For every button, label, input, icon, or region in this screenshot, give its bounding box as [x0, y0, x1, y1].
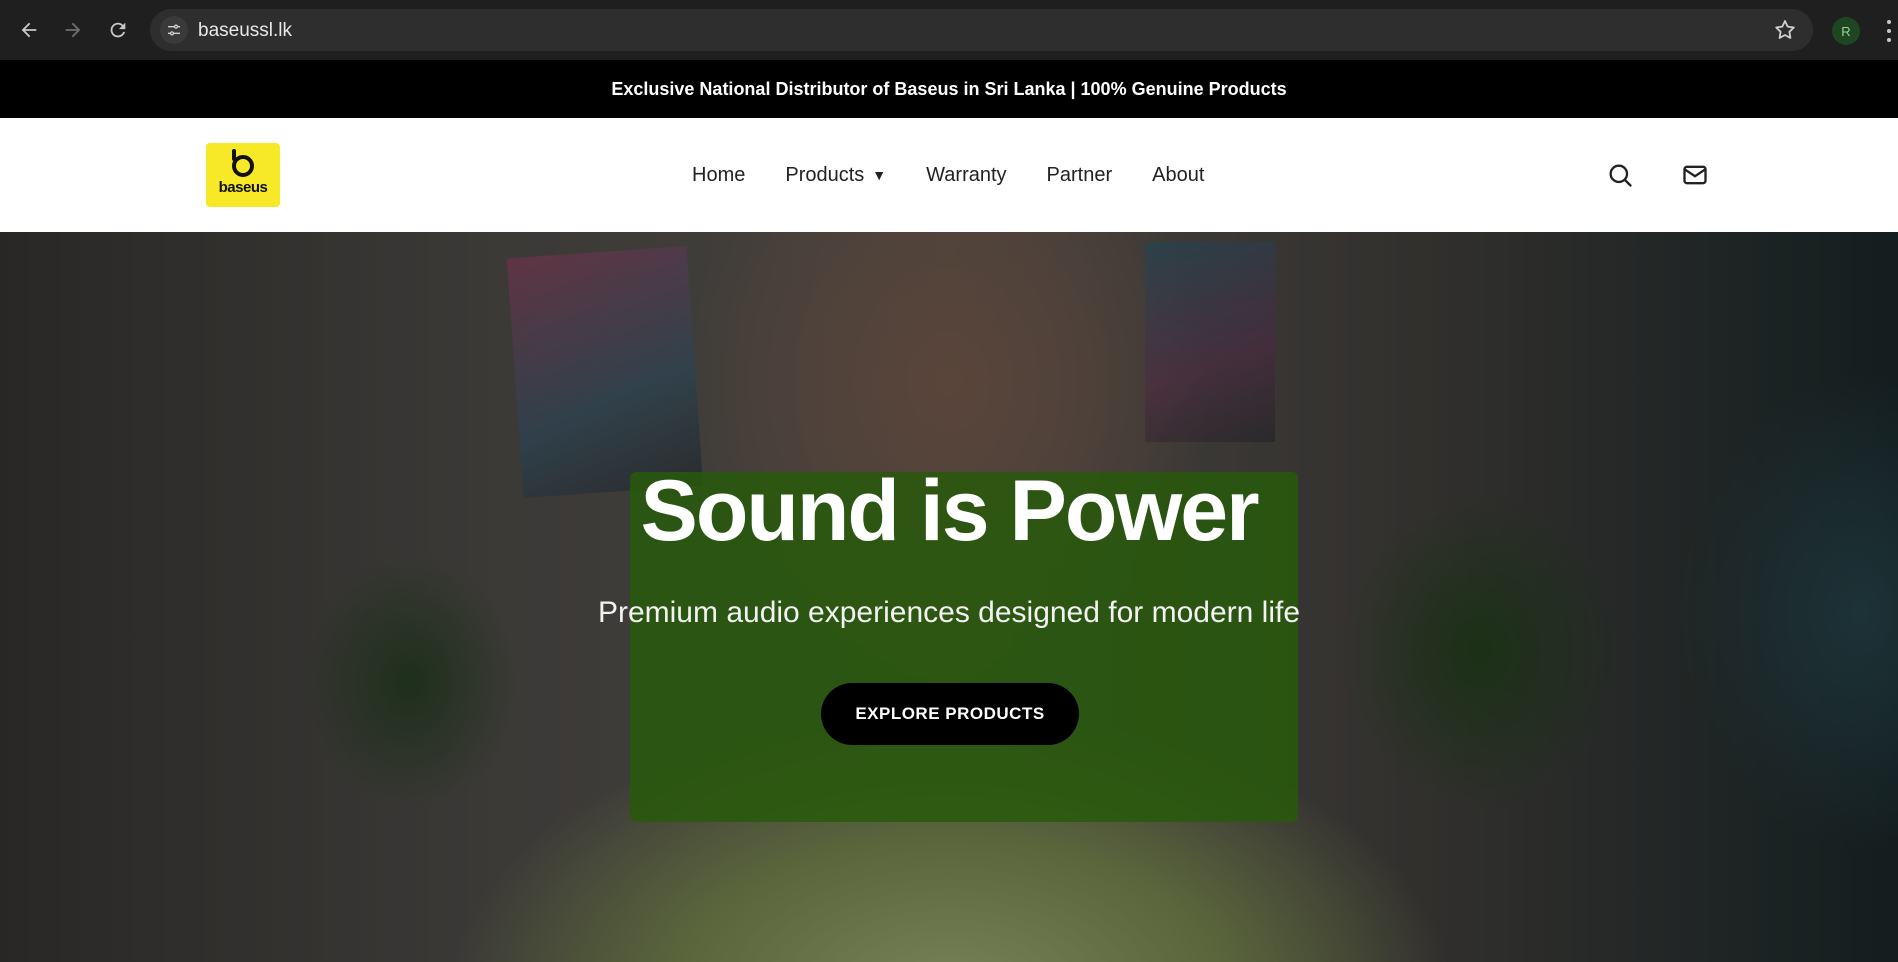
dropdown-caret-icon: ▼: [872, 167, 887, 183]
forward-icon: [65, 22, 81, 38]
nav-home[interactable]: Home: [692, 164, 745, 187]
nav-partner[interactable]: Partner: [1047, 164, 1113, 187]
url-text[interactable]: baseussl.lk: [198, 20, 292, 42]
hero-section: Sound is Power Premium audio experiences…: [0, 232, 1898, 962]
reload-icon: [110, 22, 126, 38]
forward-button[interactable]: [56, 13, 90, 47]
explore-products-button[interactable]: EXPLORE PRODUCTS: [821, 683, 1079, 745]
site-header: baseus Home Products ▼ Warranty Partner A…: [0, 118, 1898, 232]
mail-icon[interactable]: [1681, 161, 1709, 189]
kebab-menu-icon[interactable]: [1886, 20, 1892, 42]
profile-avatar[interactable]: R: [1832, 17, 1860, 45]
announcement-bar: Exclusive National Distributor of Baseus…: [0, 60, 1898, 118]
nav-warranty[interactable]: Warranty: [926, 164, 1006, 187]
back-button[interactable]: [12, 13, 46, 47]
announcement-text: Exclusive National Distributor of Baseus…: [611, 78, 1287, 99]
address-bar[interactable]: baseussl.lk: [150, 9, 1813, 51]
hero-subtitle: Premium audio experiences designed for m…: [597, 596, 1301, 629]
hero-title: Sound is Power: [640, 463, 1259, 559]
nav-about[interactable]: About: [1152, 164, 1204, 187]
bookmark-star-icon[interactable]: [1773, 18, 1797, 42]
back-icon: [21, 22, 37, 38]
baseus-logo[interactable]: baseus: [206, 143, 280, 207]
browser-toolbar: baseussl.lk R: [0, 0, 1898, 60]
nav-products[interactable]: Products ▼: [785, 164, 886, 187]
logo-text: baseus: [218, 178, 268, 196]
main-nav: Home Products ▼ Warranty Partner About: [692, 118, 1244, 232]
search-icon[interactable]: [1606, 161, 1634, 189]
logo-mark-icon: [232, 148, 254, 177]
site-settings-icon[interactable]: [160, 16, 188, 44]
reload-button[interactable]: [101, 13, 135, 47]
